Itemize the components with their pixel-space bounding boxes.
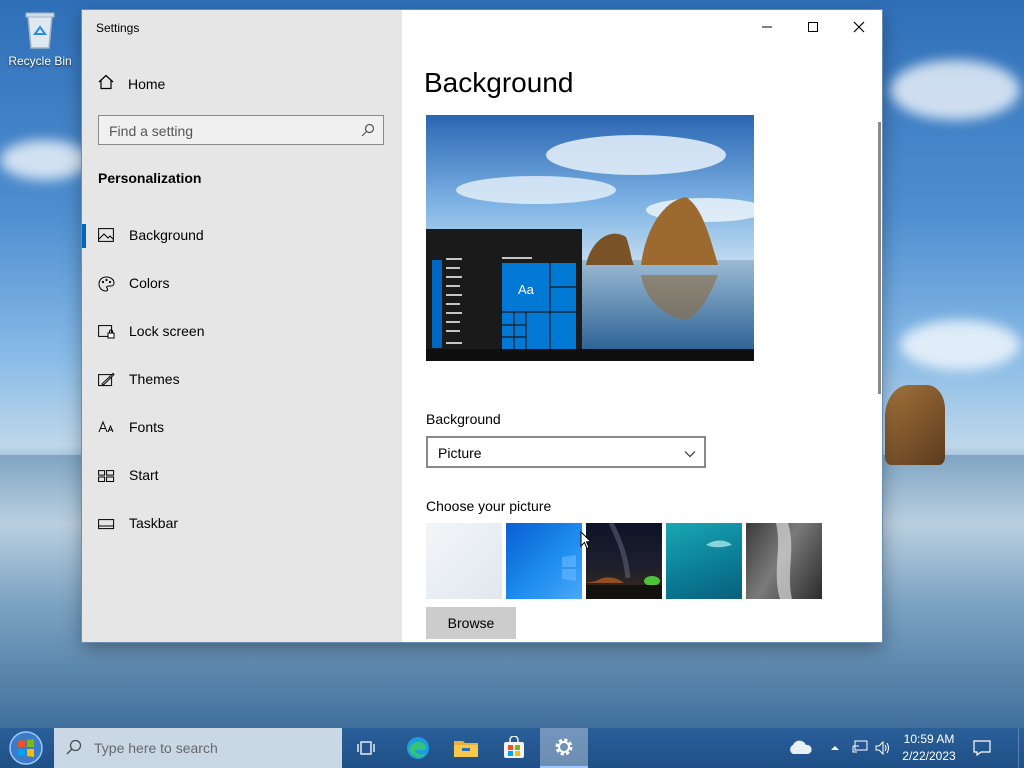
action-center-button[interactable] — [958, 728, 1006, 768]
themes-icon — [98, 372, 116, 388]
chevron-down-icon — [684, 446, 696, 464]
scrollbar[interactable] — [878, 122, 881, 394]
sidebar-item-themes[interactable]: Themes — [82, 358, 402, 402]
background-preview: Aa — [426, 115, 754, 361]
picture-icon — [98, 228, 116, 244]
windows-orb-icon — [9, 731, 43, 765]
taskbar-icon — [98, 516, 116, 532]
palette-icon — [98, 276, 116, 292]
chevron-up-icon — [831, 746, 839, 750]
night-sky-icon — [586, 521, 662, 599]
desktop-rock — [885, 385, 945, 465]
home-label: Home — [128, 75, 166, 92]
clock[interactable]: 10:59 AM 2/22/2023 — [898, 731, 960, 765]
show-desktop-button[interactable] — [1018, 728, 1024, 768]
clock-date: 2/22/2023 — [902, 749, 956, 763]
show-hidden-icons-button[interactable] — [826, 728, 844, 768]
sidebar-item-colors[interactable]: Colors — [82, 262, 402, 306]
picture-thumbnail[interactable] — [586, 521, 662, 599]
underwater-icon — [706, 540, 732, 548]
mouse-cursor-icon — [580, 530, 593, 555]
sidebar-item-taskbar[interactable]: Taskbar — [82, 502, 402, 546]
sidebar-item-label: Themes — [129, 371, 180, 387]
desktop-cloud — [900, 320, 1020, 370]
sidebar-item-label: Lock screen — [129, 323, 205, 339]
sidebar: Settings Home Find a setting Personaliza… — [82, 10, 402, 642]
sidebar-item-start[interactable]: Start — [82, 454, 402, 498]
lock-screen-icon — [98, 324, 116, 340]
recycle-bin[interactable]: Recycle Bin — [6, 8, 74, 68]
taskbar-search[interactable]: Type here to search — [54, 728, 342, 768]
search-placeholder: Find a setting — [109, 123, 194, 139]
preview-sample-text: Aa — [518, 282, 535, 297]
store-icon — [504, 736, 524, 758]
home-link[interactable]: Home — [98, 74, 165, 93]
browse-button[interactable]: Browse — [426, 607, 516, 639]
background-type-label: Background — [426, 411, 501, 427]
sidebar-item-label: Background — [129, 227, 204, 243]
network-icon — [852, 740, 868, 753]
cloud-icon — [790, 740, 812, 754]
section-title: Personalization — [98, 170, 202, 186]
desktop-cloud — [0, 140, 90, 180]
sidebar-item-label: Fonts — [129, 419, 165, 435]
gear-icon — [555, 738, 573, 756]
start-button[interactable] — [2, 728, 50, 768]
dropdown-value: Picture — [438, 445, 482, 461]
selected-indicator — [82, 224, 86, 248]
windows-logo-icon — [562, 555, 576, 581]
task-view-icon — [357, 741, 375, 755]
speaker-icon — [875, 740, 889, 756]
picture-thumbnail[interactable] — [426, 523, 502, 599]
clock-time: 10:59 AM — [903, 732, 955, 746]
page-title: Background — [424, 67, 574, 98]
picture-thumbnail[interactable] — [746, 523, 822, 599]
taskbar-search-placeholder: Type here to search — [94, 740, 218, 756]
sidebar-item-fonts[interactable]: Fonts — [82, 406, 402, 450]
picture-thumbnail[interactable] — [666, 523, 742, 599]
edge-button[interactable] — [394, 728, 442, 768]
sidebar-item-label: Colors — [129, 275, 170, 291]
volume-button[interactable] — [872, 728, 894, 768]
background-type-dropdown[interactable]: Picture — [426, 436, 706, 468]
file-explorer-button[interactable] — [442, 728, 490, 768]
find-setting-input[interactable]: Find a setting — [98, 115, 384, 145]
choose-picture-label: Choose your picture — [426, 498, 552, 514]
sidebar-item-background[interactable]: Background — [82, 214, 402, 258]
fonts-icon — [98, 420, 116, 436]
desktop-cloud — [890, 60, 1020, 120]
settings-taskbar-button[interactable] — [540, 728, 588, 768]
waterfall-icon — [776, 523, 792, 599]
sidebar-item-label: Taskbar — [129, 515, 179, 531]
task-view-button[interactable] — [342, 728, 390, 768]
picture-thumbnail[interactable] — [506, 523, 582, 599]
recycle-bin-icon — [23, 10, 57, 50]
store-button[interactable] — [490, 728, 538, 768]
onedrive-button[interactable] — [776, 728, 824, 768]
start-icon — [98, 468, 116, 484]
window-title: Settings — [96, 21, 140, 35]
content-pane: Background Aa Background Picture Choose … — [402, 10, 882, 642]
sidebar-item-label: Start — [129, 467, 159, 483]
notification-icon — [973, 740, 991, 756]
network-button[interactable] — [850, 728, 870, 768]
taskbar: Type here to search 10:59 AM 2/22/2023 — [0, 728, 1024, 768]
search-icon — [66, 739, 82, 760]
search-icon — [361, 123, 375, 142]
home-icon — [98, 74, 114, 93]
settings-window: Settings Home Find a setting Personaliza… — [82, 10, 882, 642]
edge-icon — [407, 737, 429, 759]
recycle-bin-label: Recycle Bin — [8, 54, 72, 68]
folder-icon — [454, 741, 478, 757]
sidebar-item-lock-screen[interactable]: Lock screen — [82, 310, 402, 354]
